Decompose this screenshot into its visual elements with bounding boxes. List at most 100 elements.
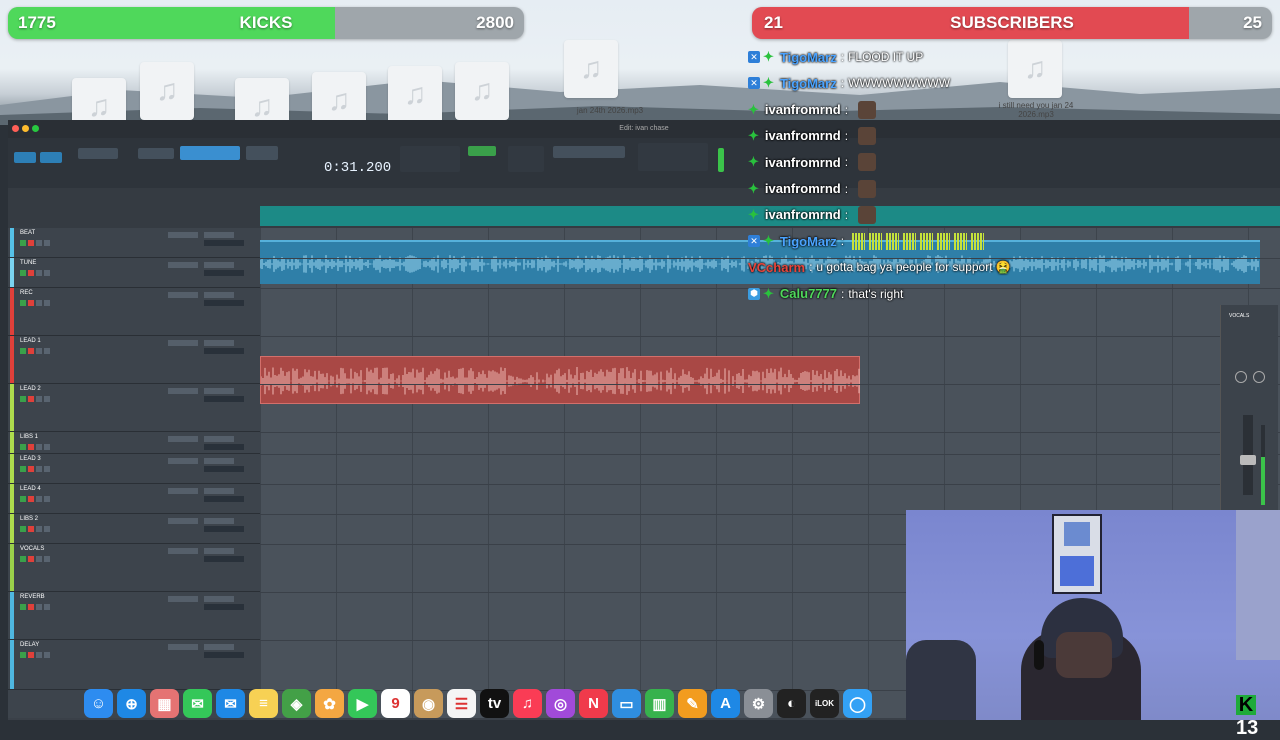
safari-icon[interactable]: ⊕ — [117, 689, 146, 718]
protools-icon[interactable]: ◐ — [777, 689, 806, 718]
input-monitor-button[interactable] — [20, 556, 26, 562]
chat-username[interactable]: TigoMarz — [780, 234, 837, 249]
insert-slot[interactable] — [168, 340, 198, 346]
facetime-icon[interactable]: ▶ — [348, 689, 377, 718]
input-monitor-button[interactable] — [20, 466, 26, 472]
insert-slot[interactable] — [168, 262, 198, 268]
solo-button[interactable] — [36, 270, 42, 276]
zoom-window-button[interactable] — [32, 125, 39, 132]
send-slot[interactable] — [204, 458, 234, 464]
music-file-icon[interactable]: ♫ — [1008, 40, 1062, 98]
insert-slot[interactable] — [168, 596, 198, 602]
send-slot[interactable] — [204, 232, 234, 238]
input-monitor-button[interactable] — [20, 496, 26, 502]
minimize-window-button[interactable] — [22, 125, 29, 132]
input-monitor-button[interactable] — [20, 526, 26, 532]
record-enable-button[interactable] — [28, 466, 34, 472]
record-enable-button[interactable] — [28, 526, 34, 532]
input-monitor-button[interactable] — [20, 240, 26, 246]
send-slot[interactable] — [204, 596, 234, 602]
mute-button[interactable] — [44, 466, 50, 472]
track-row[interactable]: LEAD 1 — [8, 336, 260, 384]
io-slot[interactable] — [204, 466, 244, 472]
io-slot[interactable] — [204, 652, 244, 658]
solo-button[interactable] — [36, 300, 42, 306]
music-file-icon[interactable]: ♫ — [455, 62, 509, 120]
io-slot[interactable] — [204, 604, 244, 610]
insert-slot[interactable] — [168, 388, 198, 394]
solo-button[interactable] — [36, 652, 42, 658]
messages-icon[interactable]: ✉ — [183, 689, 212, 718]
record-enable-button[interactable] — [28, 444, 34, 450]
send-slot[interactable] — [204, 340, 234, 346]
maps-icon[interactable]: ◈ — [282, 689, 311, 718]
pan-knob-left[interactable] — [1235, 371, 1247, 383]
track-row[interactable]: DELAY — [8, 640, 260, 690]
fader-handle[interactable] — [1240, 455, 1256, 465]
insert-slot[interactable] — [168, 644, 198, 650]
input-monitor-button[interactable] — [20, 444, 26, 450]
mute-button[interactable] — [44, 604, 50, 610]
track-row[interactable]: REVERB — [8, 592, 260, 640]
send-slot[interactable] — [204, 548, 234, 554]
input-monitor-button[interactable] — [20, 652, 26, 658]
launchpad-icon[interactable]: ▦ — [150, 689, 179, 718]
record-enable-button[interactable] — [28, 348, 34, 354]
pan-knob-right[interactable] — [1253, 371, 1265, 383]
settings-icon[interactable]: ⚙ — [744, 689, 773, 718]
vocals-mixer-strip[interactable]: VOCALS — [1220, 305, 1278, 510]
io-slot[interactable] — [204, 270, 244, 276]
shuffle-mode-button[interactable] — [14, 152, 36, 163]
spot-mode-button[interactable] — [40, 152, 62, 163]
input-monitor-button[interactable] — [20, 270, 26, 276]
zoom-icon[interactable]: ◯ — [843, 689, 872, 718]
notes-icon[interactable]: ≡ — [249, 689, 278, 718]
chat-username[interactable]: ivanfromrnd — [765, 207, 841, 222]
track-row[interactable]: LIBS 2 — [8, 514, 260, 544]
solo-button[interactable] — [36, 556, 42, 562]
solo-button[interactable] — [36, 466, 42, 472]
solo-button[interactable] — [36, 396, 42, 402]
insert-slot[interactable] — [168, 292, 198, 298]
solo-button[interactable] — [36, 240, 42, 246]
mute-button[interactable] — [44, 556, 50, 562]
record-enable-button[interactable] — [28, 652, 34, 658]
mute-button[interactable] — [44, 240, 50, 246]
send-slot[interactable] — [204, 388, 234, 394]
pages-icon[interactable]: ✎ — [678, 689, 707, 718]
mute-button[interactable] — [44, 270, 50, 276]
chat-username[interactable]: VCcharm — [748, 260, 805, 275]
track-row[interactable]: LEAD 2 — [8, 384, 260, 432]
music-file-icon[interactable]: ♫ — [388, 66, 442, 124]
record-enable-button[interactable] — [28, 300, 34, 306]
finder-icon[interactable]: ☺ — [84, 689, 113, 718]
record-enable-button[interactable] — [28, 240, 34, 246]
record-enable-button[interactable] — [28, 396, 34, 402]
io-slot[interactable] — [204, 300, 244, 306]
insert-slot[interactable] — [168, 458, 198, 464]
appstore-icon[interactable]: A — [711, 689, 740, 718]
solo-button[interactable] — [36, 444, 42, 450]
track-row[interactable]: LEAD 4 — [8, 484, 260, 514]
insert-slot[interactable] — [168, 436, 198, 442]
edit-tools[interactable] — [180, 146, 240, 160]
solo-button[interactable] — [36, 604, 42, 610]
record-enable-button[interactable] — [28, 270, 34, 276]
chat-username[interactable]: ivanfromrnd — [765, 102, 841, 117]
track-row[interactable]: BEAT — [8, 228, 260, 258]
music-icon[interactable]: ♫ — [513, 689, 542, 718]
insert-slot[interactable] — [168, 232, 198, 238]
send-slot[interactable] — [204, 488, 234, 494]
record-enable-button[interactable] — [28, 556, 34, 562]
numbers-icon[interactable]: ▥ — [645, 689, 674, 718]
insert-slot[interactable] — [168, 488, 198, 494]
insert-slot[interactable] — [168, 518, 198, 524]
io-slot[interactable] — [204, 240, 244, 246]
zoom-presets[interactable] — [138, 148, 174, 159]
mute-button[interactable] — [44, 652, 50, 658]
record-enable-button[interactable] — [28, 604, 34, 610]
contacts-icon[interactable]: ◉ — [414, 689, 443, 718]
mute-button[interactable] — [44, 348, 50, 354]
mail-icon[interactable]: ✉ — [216, 689, 245, 718]
track-row[interactable]: TUNE — [8, 258, 260, 288]
